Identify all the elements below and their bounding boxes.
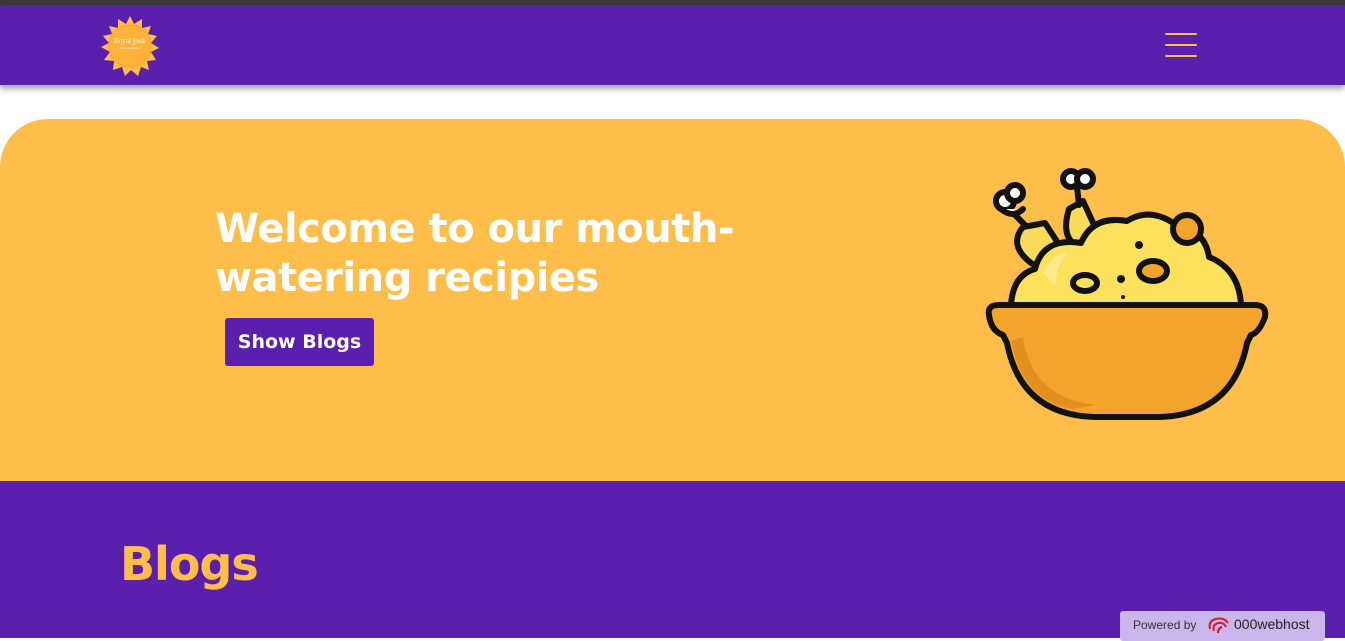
blogs-heading: Blogs [120,537,259,591]
powered-by-badge[interactable]: Powered by 000webhost [1120,611,1325,641]
hamburger-line [1165,55,1197,57]
hamburger-menu-icon[interactable] [1163,31,1199,59]
powered-by-label: Powered by [1133,618,1197,632]
hero-title: Welcome to our mouth-watering recipies [215,206,734,301]
logo-subtitle: Food Website [119,46,141,50]
logo-title: Royal Josh [114,38,146,45]
show-blogs-button[interactable]: Show Blogs [225,318,374,366]
webhost-logo-icon [1208,617,1229,634]
hamburger-line [1165,33,1197,35]
webhost-brand: 000webhost [1234,616,1310,632]
chicken-biryani-bowl-icon [983,165,1271,427]
hamburger-line [1165,44,1197,46]
navbar: Royal Josh Food Website [0,5,1345,85]
site-logo[interactable]: Royal Josh Food Website [100,16,160,76]
